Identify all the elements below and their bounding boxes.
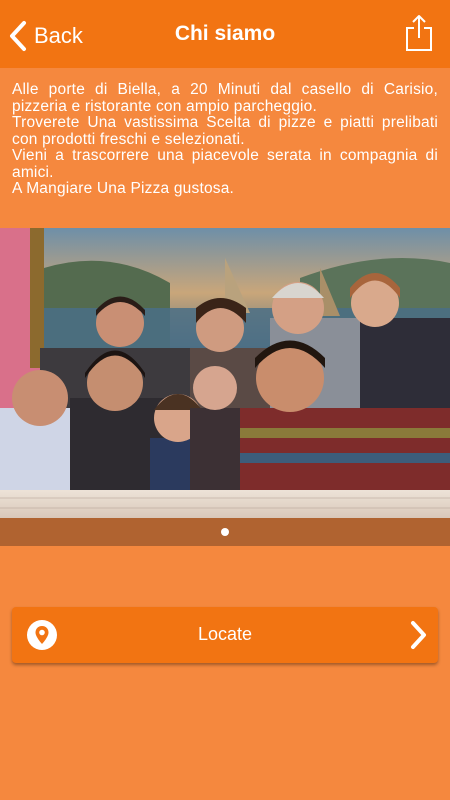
intro-paragraph: Troverete Una vastissima Scelta di pizze… bbox=[12, 114, 438, 148]
intro-paragraph: A Mangiare Una Pizza gustosa. bbox=[12, 180, 235, 197]
locate-button[interactable]: Locate bbox=[12, 607, 438, 663]
chevron-right-icon bbox=[411, 621, 426, 649]
photo-image bbox=[0, 228, 450, 518]
intro-text: Alle porte di Biella, a 20 Minuti dal ca… bbox=[12, 81, 438, 198]
navigation-bar: Back Chi siamo bbox=[0, 0, 450, 68]
page-indicator-dot[interactable] bbox=[221, 528, 229, 536]
intro-paragraph: Alle porte di Biella, a 20 Minuti dal ca… bbox=[12, 81, 438, 115]
locate-label: Locate bbox=[197, 624, 253, 644]
share-button[interactable] bbox=[404, 14, 434, 52]
page-title: Chi siamo bbox=[174, 22, 276, 45]
gallery-pager bbox=[0, 518, 450, 546]
intro-paragraph: Vieni a trascorrere una piacevole serata… bbox=[12, 147, 438, 181]
group-photo[interactable] bbox=[0, 228, 450, 518]
share-icon bbox=[406, 15, 432, 51]
